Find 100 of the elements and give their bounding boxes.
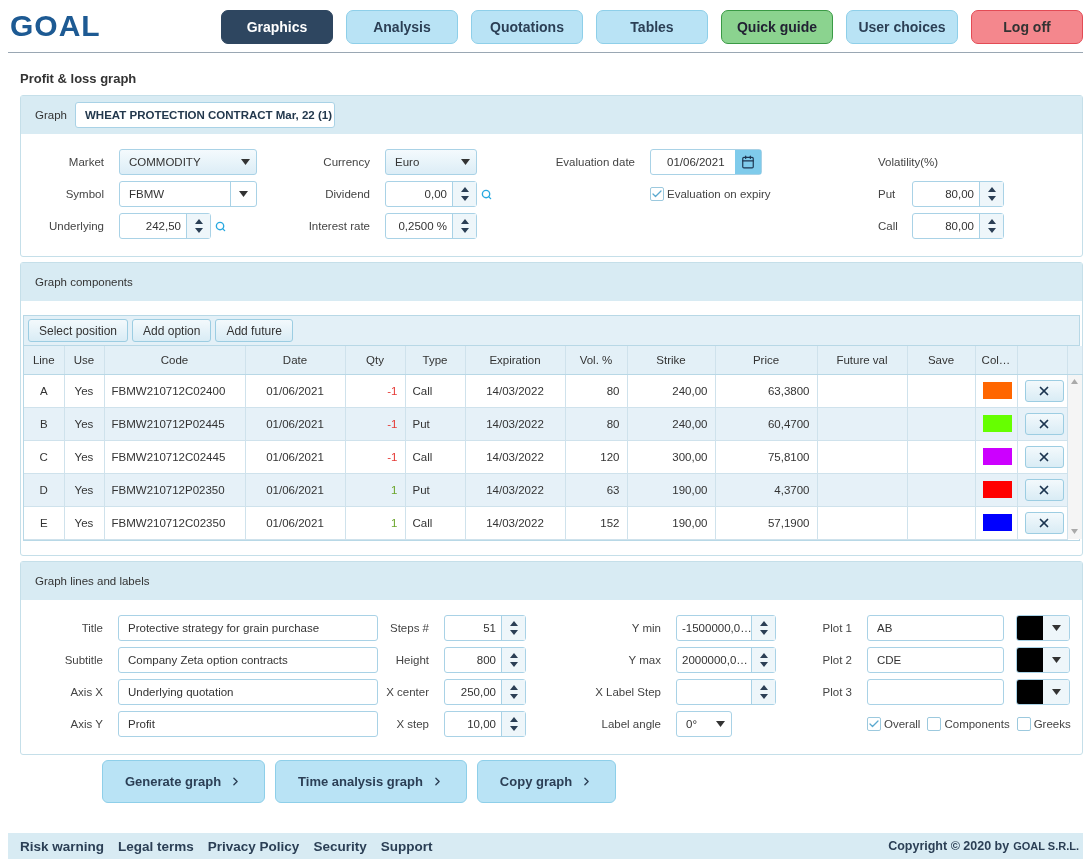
nav-tab[interactable]: Quick guide bbox=[721, 10, 833, 44]
text-field[interactable] bbox=[867, 678, 1004, 705]
checkbox[interactable] bbox=[650, 187, 664, 201]
number-field[interactable]: 250,00 bbox=[444, 678, 526, 705]
toolbar-button[interactable]: Select position bbox=[28, 319, 129, 342]
footer-link[interactable]: Legal terms bbox=[118, 838, 194, 854]
text-field[interactable]: Company Zeta option contracts bbox=[118, 646, 378, 673]
table-cell: -1 bbox=[345, 407, 405, 440]
nav-tab[interactable]: Quotations bbox=[471, 10, 583, 44]
footer-link[interactable]: Privacy Policy bbox=[207, 838, 300, 854]
field-label: Y min bbox=[631, 621, 662, 634]
graph-name-field[interactable]: WHEAT PROTECTION CONTRACT Mar, 22 (1) bbox=[74, 102, 335, 128]
footer-link[interactable]: Security bbox=[313, 838, 367, 854]
checkbox[interactable] bbox=[927, 716, 942, 731]
column-header[interactable]: Future val bbox=[817, 346, 907, 374]
column-header[interactable]: Line bbox=[24, 346, 64, 374]
action-button[interactable]: Copy graph bbox=[476, 759, 617, 803]
nav-tab[interactable]: Log off bbox=[971, 10, 1083, 44]
column-header[interactable]: Vol. % bbox=[565, 346, 627, 374]
date-field[interactable]: 01/06/2021 bbox=[650, 149, 762, 175]
caret-icon bbox=[241, 159, 250, 165]
number-field[interactable]: 0,2500 % bbox=[385, 213, 477, 239]
footer-link[interactable]: Support bbox=[380, 838, 433, 854]
number-field[interactable]: 80,00 bbox=[912, 181, 1004, 207]
spin-arrows-icon[interactable] bbox=[509, 620, 518, 635]
number-field[interactable]: 2000000,0… bbox=[676, 646, 776, 673]
text-field[interactable]: CDE bbox=[867, 646, 1004, 673]
search-icon[interactable] bbox=[215, 220, 226, 232]
text-field[interactable]: AB bbox=[867, 614, 1004, 641]
table-cell: FBMW210712P02445 bbox=[104, 407, 245, 440]
color-picker[interactable] bbox=[1016, 646, 1070, 673]
footer-link[interactable]: Risk warning bbox=[20, 838, 105, 854]
field-label: Currency bbox=[323, 156, 371, 168]
spin-arrows-icon[interactable] bbox=[460, 219, 469, 233]
delete-button[interactable] bbox=[1024, 478, 1064, 501]
delete-button[interactable] bbox=[1024, 412, 1064, 435]
table-cell: Call bbox=[405, 374, 465, 407]
number-field[interactable]: 80,00 bbox=[912, 213, 1004, 239]
number-field[interactable]: 51 bbox=[444, 614, 526, 641]
checkbox-label: Overall bbox=[884, 717, 921, 730]
calendar-icon[interactable] bbox=[741, 155, 755, 169]
action-button[interactable]: Generate graph bbox=[102, 759, 266, 803]
column-header[interactable]: Col… bbox=[975, 346, 1017, 374]
field-label: X Label Step bbox=[595, 685, 662, 698]
company-name: GOAL S.R.L. bbox=[1013, 840, 1079, 852]
column-header[interactable]: Use bbox=[64, 346, 104, 374]
spin-arrows-icon[interactable] bbox=[194, 219, 203, 233]
number-field[interactable]: 800 bbox=[444, 646, 526, 673]
toolbar-button[interactable]: Add future bbox=[215, 319, 293, 342]
action-button[interactable]: Time analysis graph bbox=[275, 759, 467, 803]
spin-arrows-icon[interactable] bbox=[759, 684, 768, 699]
spin-arrows-icon[interactable] bbox=[509, 652, 518, 667]
dropdown[interactable]: FBMW bbox=[119, 181, 257, 207]
column-header[interactable]: Code bbox=[104, 346, 245, 374]
text-field[interactable]: Protective strategy for grain purchase bbox=[118, 614, 378, 641]
checkbox[interactable] bbox=[1016, 716, 1031, 731]
spin-arrows-icon[interactable] bbox=[460, 187, 469, 201]
field-label: Plot 1 bbox=[822, 621, 853, 634]
number-field[interactable]: 242,50 bbox=[119, 213, 211, 239]
color-picker[interactable] bbox=[1016, 614, 1070, 641]
column-header[interactable]: Strike bbox=[627, 346, 715, 374]
spin-arrows-icon[interactable] bbox=[509, 716, 518, 731]
search-icon[interactable] bbox=[481, 188, 492, 200]
dropdown[interactable]: Euro bbox=[385, 149, 477, 175]
text-field[interactable]: Underlying quotation bbox=[118, 678, 378, 705]
number-field[interactable]: -1500000,0… bbox=[676, 614, 776, 641]
table-cell: Put bbox=[405, 473, 465, 506]
column-header[interactable]: Save bbox=[907, 346, 975, 374]
spin-arrows-icon[interactable] bbox=[759, 652, 768, 667]
table-cell: 63,3800 bbox=[715, 374, 817, 407]
dropdown[interactable]: 0° bbox=[676, 710, 732, 737]
color-picker[interactable] bbox=[1016, 678, 1070, 705]
delete-button[interactable] bbox=[1024, 445, 1064, 468]
field-label: Title bbox=[81, 621, 104, 634]
dropdown[interactable]: COMMODITY bbox=[119, 149, 257, 175]
number-field[interactable]: 10,00 bbox=[444, 710, 526, 737]
column-header[interactable]: Expiration bbox=[465, 346, 565, 374]
table-cell: 14/03/2022 bbox=[465, 440, 565, 473]
nav-tab[interactable]: Tables bbox=[596, 10, 708, 44]
spin-arrows-icon[interactable] bbox=[759, 620, 768, 635]
text-field[interactable]: Profit bbox=[118, 710, 378, 737]
table-cell: FBMW210712C02400 bbox=[104, 374, 245, 407]
nav-tab[interactable]: Graphics bbox=[221, 10, 333, 44]
column-header[interactable]: Price bbox=[715, 346, 817, 374]
number-field[interactable]: 0,00 bbox=[385, 181, 477, 207]
table-cell: Yes bbox=[64, 407, 104, 440]
checkbox[interactable] bbox=[867, 716, 881, 731]
spin-arrows-icon[interactable] bbox=[987, 219, 996, 233]
delete-button[interactable] bbox=[1024, 379, 1064, 402]
nav-tab[interactable]: Analysis bbox=[346, 10, 458, 44]
spin-arrows-icon[interactable] bbox=[509, 684, 518, 699]
column-header[interactable]: Date bbox=[245, 346, 345, 374]
logo[interactable]: GOAL bbox=[8, 4, 221, 48]
column-header[interactable]: Type bbox=[405, 346, 465, 374]
nav-tab[interactable]: User choices bbox=[846, 10, 958, 44]
column-header[interactable]: Qty bbox=[345, 346, 405, 374]
toolbar-button[interactable]: Add option bbox=[132, 319, 212, 342]
delete-button[interactable] bbox=[1024, 511, 1064, 534]
number-field[interactable] bbox=[676, 678, 776, 705]
spin-arrows-icon[interactable] bbox=[987, 187, 996, 201]
